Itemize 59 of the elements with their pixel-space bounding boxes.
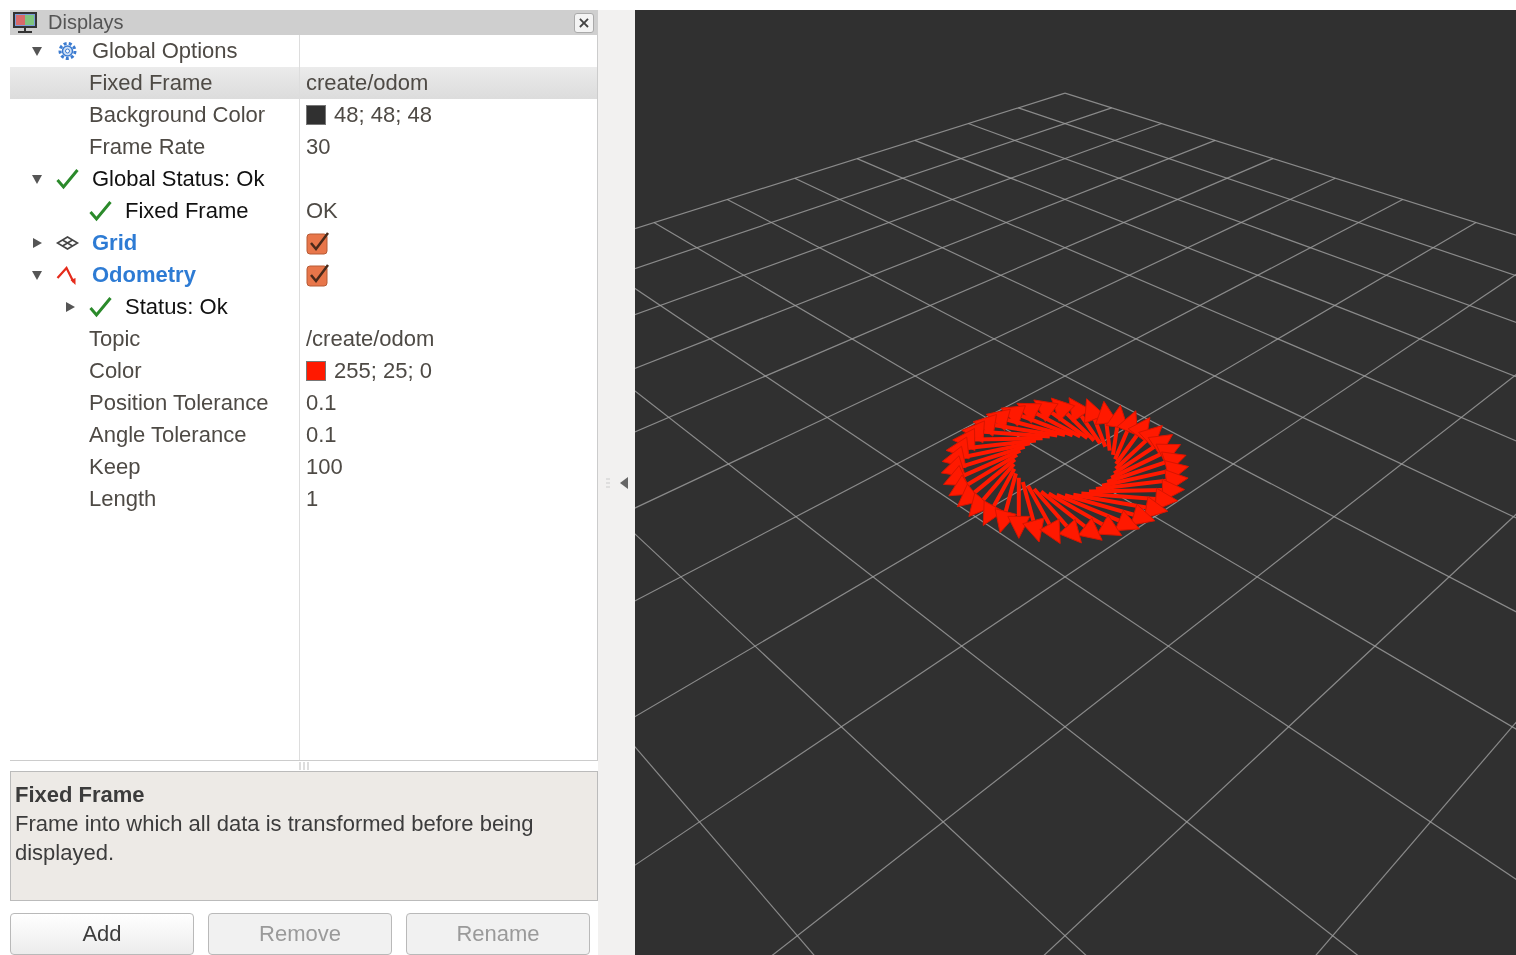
checkbox[interactable] <box>306 231 330 255</box>
tree-label: Fixed Frame <box>125 198 249 224</box>
tree-label: Global Status: Ok <box>92 166 265 192</box>
monitor-icon <box>12 11 38 34</box>
property-value: OK <box>306 198 338 224</box>
collapse-arrow-icon[interactable] <box>64 301 76 313</box>
check-icon <box>88 200 113 222</box>
tree-row[interactable]: Angle Tolerance 0.1 <box>10 419 597 451</box>
property-label: Angle Tolerance <box>89 422 247 448</box>
color-swatch[interactable] <box>306 105 326 125</box>
property-value: 255; 25; 0 <box>334 358 432 384</box>
check-icon <box>88 296 113 318</box>
property-value: 100 <box>306 454 343 480</box>
property-value: 0.1 <box>306 390 337 416</box>
expand-arrow-icon[interactable] <box>31 269 43 281</box>
property-label: Length <box>89 486 157 512</box>
checkbox[interactable] <box>306 263 330 287</box>
tree-label: Global Options <box>92 38 238 64</box>
close-button[interactable]: × <box>574 12 594 33</box>
tree-row[interactable]: Fixed Frame create/odom <box>10 67 597 99</box>
property-value: 1 <box>306 486 319 512</box>
property-label: Frame Rate <box>89 134 206 160</box>
color-swatch[interactable] <box>306 361 326 381</box>
tree-row[interactable]: Length 1 <box>10 483 597 515</box>
check-icon <box>55 168 80 190</box>
display-name: Grid <box>92 230 138 256</box>
tree-label: Status: Ok <box>125 294 228 320</box>
expand-arrow-icon[interactable] <box>31 45 43 57</box>
tree-row[interactable]: Global Status: Ok <box>10 163 597 195</box>
property-value: /create/odom <box>306 326 435 352</box>
resize-handle-icon[interactable] <box>298 762 310 770</box>
property-value: create/odom <box>306 70 429 96</box>
property-value: 48; 48; 48 <box>334 102 432 128</box>
tree-row[interactable]: Position Tolerance 0.1 <box>10 387 597 419</box>
tree-row[interactable]: Keep 100 <box>10 451 597 483</box>
tree-row[interactable]: Fixed Frame OK <box>10 195 597 227</box>
property-label: Background Color <box>89 102 266 128</box>
expand-arrow-icon[interactable] <box>31 173 43 185</box>
property-label: Fixed Frame <box>89 70 213 96</box>
collapse-arrow-icon[interactable] <box>31 237 43 249</box>
description-text: Frame into which all data is transformed before being displayed. <box>15 810 535 867</box>
tree-row[interactable]: Status: Ok <box>10 291 597 323</box>
tree-row[interactable]: Color 255; 25; 0 <box>10 355 597 387</box>
display-name: Odometry <box>92 262 196 288</box>
tree-row[interactable]: Topic /create/odom <box>10 323 597 355</box>
description-title: Fixed Frame <box>15 781 146 809</box>
property-value: 30 <box>306 134 331 160</box>
property-value: 0.1 <box>306 422 337 448</box>
tree-row[interactable]: Frame Rate 30 <box>10 131 597 163</box>
property-label: Color <box>89 358 142 384</box>
property-label: Topic <box>89 326 141 352</box>
panel-button[interactable]: Add <box>10 913 194 955</box>
property-label: Keep <box>89 454 141 480</box>
tree-row[interactable]: Odometry <box>10 259 597 291</box>
panel-title: Displays <box>48 11 125 34</box>
tree-row[interactable]: Background Color 48; 48; 48 <box>10 99 597 131</box>
tree-row[interactable]: Grid <box>10 227 597 259</box>
property-label: Position Tolerance <box>89 390 269 416</box>
collapse-arrow-icon[interactable] <box>619 476 628 489</box>
